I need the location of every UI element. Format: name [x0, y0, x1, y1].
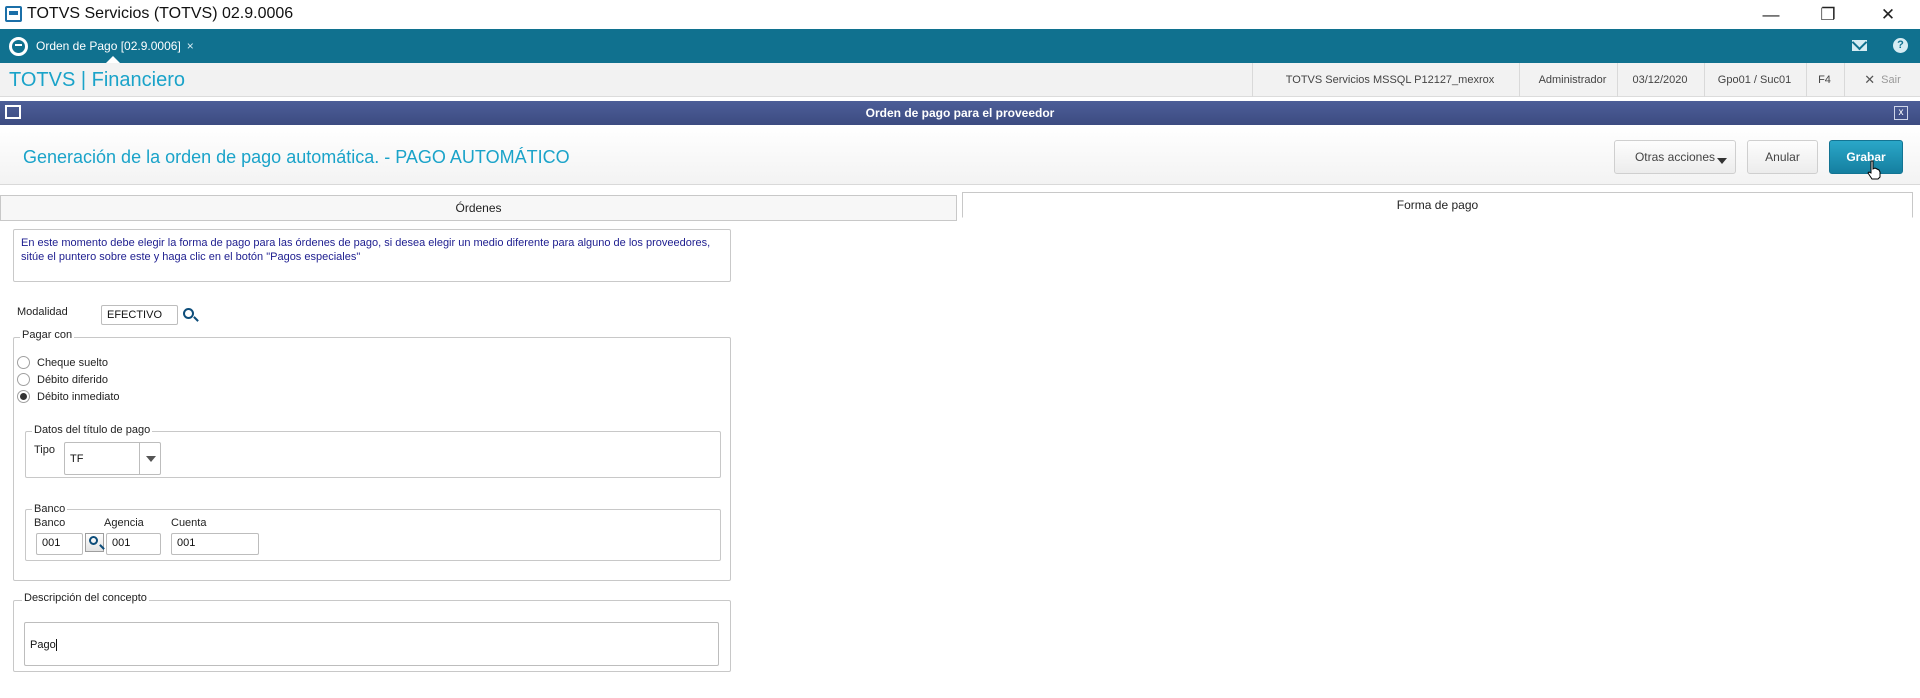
dialog-close-button[interactable]: x: [1894, 106, 1908, 120]
concepto-title: Descripción del concepto: [22, 592, 149, 604]
restore-button[interactable]: ❐: [1800, 0, 1856, 29]
option-label: Débito diferido: [37, 374, 108, 386]
cuenta-field[interactable]: 001: [171, 533, 259, 555]
module-brand: TOTVS | Financiero: [9, 69, 185, 91]
chevron-down-icon[interactable]: [139, 443, 161, 474]
exit-button[interactable]: ✕ Sair: [1844, 63, 1920, 97]
banco-field[interactable]: 001: [36, 533, 83, 555]
exit-label: Sair: [1881, 74, 1901, 86]
modalidad-label: Modalidad: [17, 306, 68, 318]
tipo-label: Tipo: [34, 444, 55, 456]
window-title: TOTVS Servicios (TOTVS) 02.9.0006: [27, 5, 294, 22]
radio-debito-diferido[interactable]: [17, 373, 30, 386]
agencia-label: Agencia: [104, 517, 144, 529]
banco-search-button[interactable]: [85, 533, 104, 552]
text-caret: [55, 639, 57, 652]
branch-info[interactable]: Gpo01 / Suc01: [1704, 63, 1804, 97]
agencia-field[interactable]: 001: [106, 533, 161, 555]
radio-cheque-suelto[interactable]: [17, 356, 30, 369]
concepto-value: Pago: [30, 639, 56, 651]
user-info: Administrador: [1519, 63, 1625, 97]
option-label: Débito inmediato: [37, 391, 120, 403]
instructions-box: En este momento debe elegir la forma de …: [13, 229, 731, 282]
window-titlebar: TOTVS Servicios (TOTVS) 02.9.0006 — ❐ ✕: [0, 0, 1920, 29]
dialog-title: Orden de pago para el proveedor: [865, 106, 1055, 120]
modalidad-search-icon[interactable]: [183, 308, 194, 319]
action-toolbar: Generación de la orden de pago automátic…: [0, 125, 1920, 185]
app-window-icon: [5, 6, 22, 22]
dialog-header: Orden de pago para el proveedor x: [0, 101, 1920, 125]
concepto-input[interactable]: Pago: [24, 622, 719, 666]
banco-label: Banco: [34, 517, 66, 529]
exit-icon: ✕: [1864, 72, 1876, 87]
environment-info: TOTVS Servicios MSSQL P12127_mexrox: [1252, 63, 1527, 97]
app-tabbar: Orden de Pago [02.9.0006] × ?: [0, 29, 1920, 63]
tipo-value: TF: [70, 453, 84, 465]
minimize-button[interactable]: —: [1743, 0, 1799, 29]
active-tab-pointer: [106, 56, 120, 63]
chevron-down-icon: [1717, 158, 1727, 164]
tab-forma-de-pago[interactable]: Forma de pago: [962, 192, 1913, 218]
pagar-con-title: Pagar con: [20, 329, 75, 341]
datos-titulo-title: Datos del título de pago: [32, 424, 153, 436]
f4-button[interactable]: F4: [1806, 63, 1842, 97]
anular-button[interactable]: Anular: [1747, 140, 1818, 174]
search-icon: [89, 536, 98, 545]
tab-label: Orden de Pago [02.9.0006]: [36, 39, 181, 53]
mail-icon[interactable]: [1852, 40, 1867, 51]
close-window-button[interactable]: ✕: [1860, 0, 1916, 29]
tipo-select[interactable]: TF: [64, 442, 161, 475]
modalidad-field[interactable]: EFECTIVO: [101, 305, 178, 325]
radio-debito-inmediato[interactable]: [17, 390, 30, 403]
cuenta-label: Cuenta: [171, 517, 207, 529]
hand-cursor-icon: [1867, 160, 1881, 180]
totvs-logo-icon[interactable]: [9, 37, 28, 56]
banco-group-title: Banco: [32, 503, 68, 515]
date-info: 03/12/2020: [1617, 63, 1702, 97]
help-icon[interactable]: ?: [1893, 38, 1908, 53]
page-title: Generación de la orden de pago automátic…: [23, 147, 570, 167]
module-header: TOTVS | Financiero TOTVS Servicios MSSQL…: [0, 63, 1920, 97]
tab-ordenes[interactable]: Órdenes: [0, 195, 957, 221]
tab-close-icon[interactable]: ×: [187, 39, 194, 53]
otras-acciones-label: Otras acciones: [1634, 150, 1716, 164]
option-label: Cheque suelto: [37, 357, 108, 369]
otras-acciones-button[interactable]: Otras acciones: [1614, 140, 1736, 174]
